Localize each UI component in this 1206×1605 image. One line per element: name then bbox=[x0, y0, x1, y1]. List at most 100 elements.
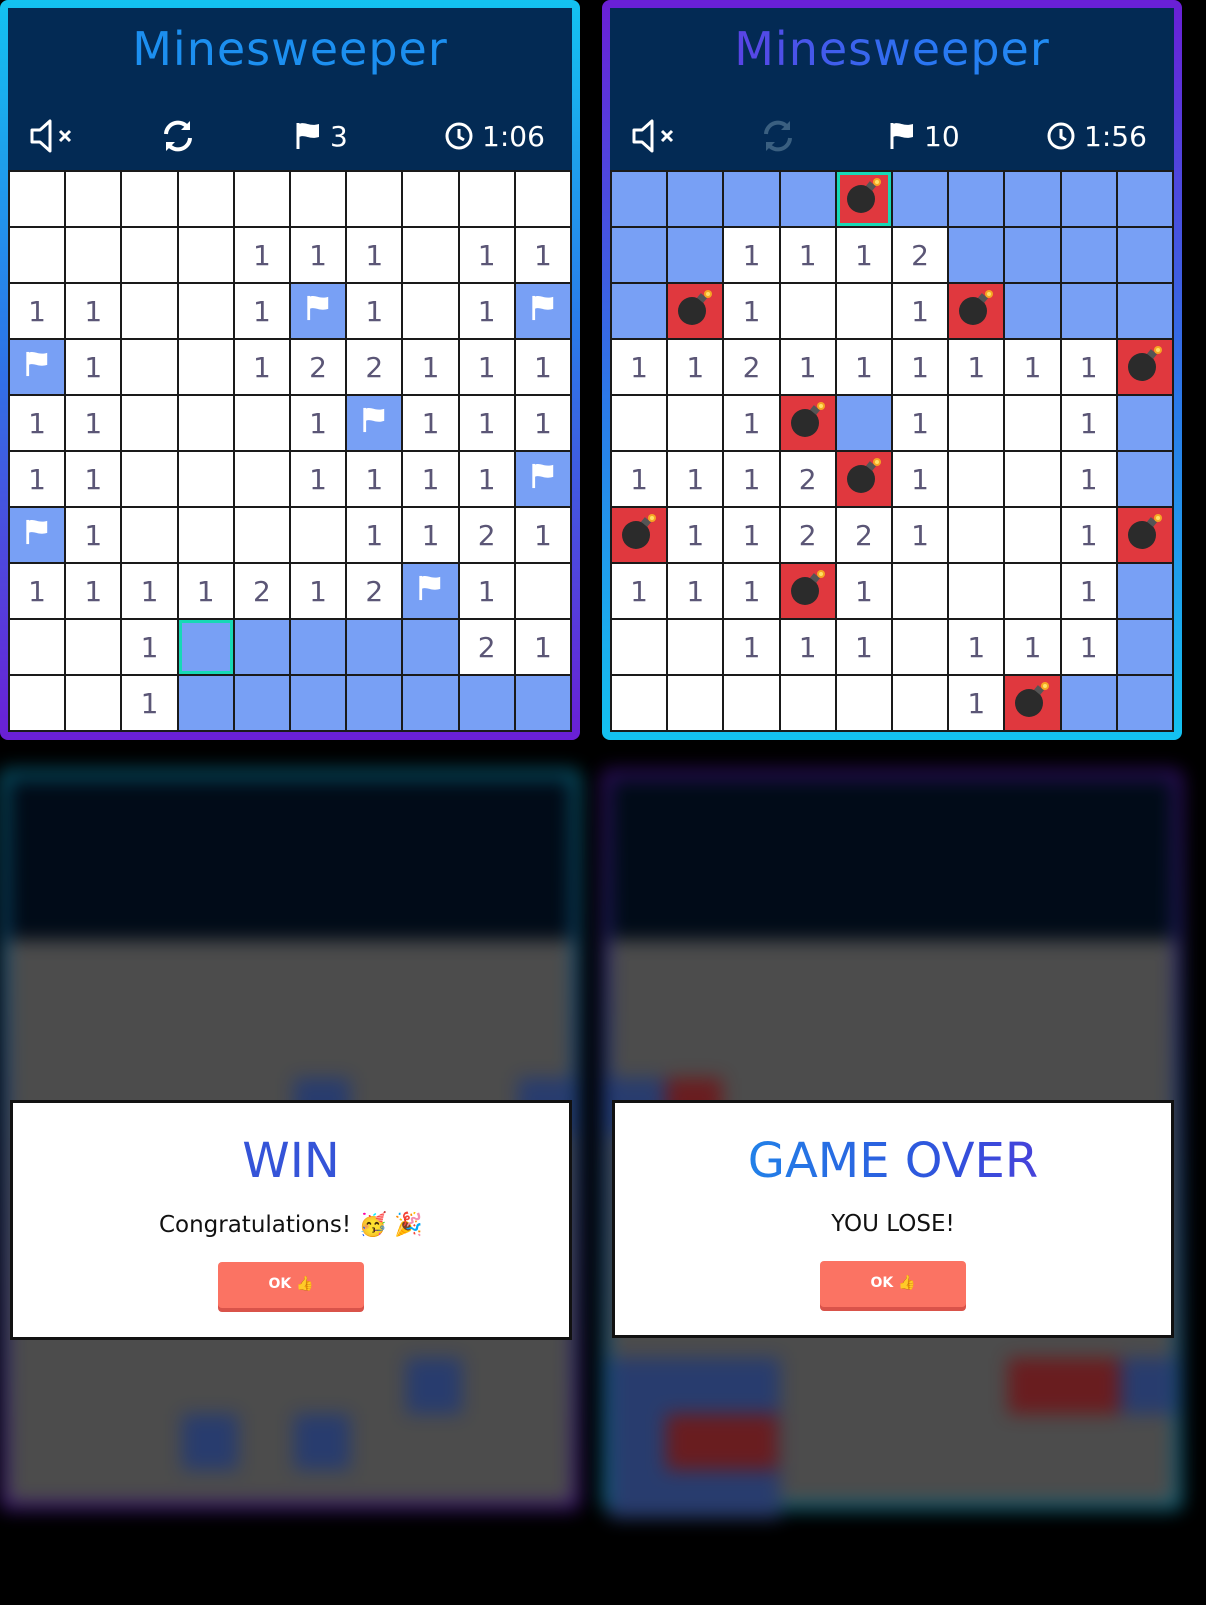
hidden-cell[interactable] bbox=[893, 172, 948, 226]
number-cell[interactable]: 1 bbox=[780, 620, 835, 674]
empty-cell[interactable] bbox=[291, 508, 346, 562]
number-cell[interactable]: 1 bbox=[780, 340, 835, 394]
number-cell[interactable]: 2 bbox=[459, 508, 514, 562]
number-cell[interactable]: 1 bbox=[178, 564, 233, 618]
number-cell[interactable]: 1 bbox=[459, 228, 514, 282]
empty-cell[interactable] bbox=[10, 676, 65, 730]
hidden-cell[interactable] bbox=[1117, 228, 1172, 282]
number-cell[interactable]: 1 bbox=[724, 396, 779, 450]
hidden-cell[interactable] bbox=[403, 620, 458, 674]
hidden-cell[interactable] bbox=[515, 676, 570, 730]
empty-cell[interactable] bbox=[234, 508, 289, 562]
number-cell[interactable]: 1 bbox=[122, 564, 177, 618]
number-cell[interactable]: 1 bbox=[66, 396, 121, 450]
hidden-cell[interactable] bbox=[403, 676, 458, 730]
number-cell[interactable]: 1 bbox=[347, 228, 402, 282]
number-cell[interactable]: 1 bbox=[724, 620, 779, 674]
empty-cell[interactable] bbox=[515, 564, 570, 618]
number-cell[interactable]: 1 bbox=[612, 564, 667, 618]
number-cell[interactable]: 1 bbox=[10, 452, 65, 506]
hidden-cell[interactable] bbox=[1117, 284, 1172, 338]
number-cell[interactable]: 2 bbox=[291, 340, 346, 394]
number-cell[interactable]: 1 bbox=[893, 508, 948, 562]
number-cell[interactable]: 1 bbox=[1061, 620, 1116, 674]
number-cell[interactable]: 1 bbox=[459, 396, 514, 450]
number-cell[interactable]: 1 bbox=[612, 340, 667, 394]
number-cell[interactable]: 1 bbox=[1061, 396, 1116, 450]
hidden-cell[interactable] bbox=[1061, 284, 1116, 338]
flagged-cell[interactable] bbox=[291, 284, 346, 338]
empty-cell[interactable] bbox=[234, 396, 289, 450]
empty-cell[interactable] bbox=[403, 284, 458, 338]
flagged-cell[interactable] bbox=[10, 340, 65, 394]
number-cell[interactable]: 2 bbox=[347, 564, 402, 618]
number-cell[interactable]: 1 bbox=[66, 284, 121, 338]
hidden-cell[interactable] bbox=[1061, 172, 1116, 226]
flagged-cell[interactable] bbox=[515, 452, 570, 506]
flagged-cell[interactable] bbox=[347, 396, 402, 450]
number-cell[interactable]: 1 bbox=[1005, 620, 1060, 674]
empty-cell[interactable] bbox=[949, 508, 1004, 562]
empty-cell[interactable] bbox=[668, 396, 723, 450]
hidden-cell[interactable] bbox=[234, 620, 289, 674]
hidden-cell[interactable] bbox=[347, 620, 402, 674]
number-cell[interactable]: 2 bbox=[836, 508, 891, 562]
empty-cell[interactable] bbox=[66, 676, 121, 730]
empty-cell[interactable] bbox=[178, 172, 233, 226]
hidden-cell[interactable] bbox=[1061, 228, 1116, 282]
number-cell[interactable]: 1 bbox=[10, 284, 65, 338]
empty-cell[interactable] bbox=[893, 676, 948, 730]
empty-cell[interactable] bbox=[178, 340, 233, 394]
hidden-cell[interactable] bbox=[347, 676, 402, 730]
empty-cell[interactable] bbox=[66, 172, 121, 226]
empty-cell[interactable] bbox=[66, 228, 121, 282]
number-cell[interactable]: 1 bbox=[836, 564, 891, 618]
empty-cell[interactable] bbox=[122, 396, 177, 450]
empty-cell[interactable] bbox=[612, 396, 667, 450]
hidden-cell[interactable] bbox=[1117, 172, 1172, 226]
number-cell[interactable]: 1 bbox=[612, 452, 667, 506]
empty-cell[interactable] bbox=[836, 284, 891, 338]
hidden-cell[interactable] bbox=[668, 228, 723, 282]
restart-button[interactable] bbox=[760, 114, 796, 158]
hidden-cell[interactable] bbox=[1005, 228, 1060, 282]
number-cell[interactable]: 1 bbox=[10, 396, 65, 450]
number-cell[interactable]: 2 bbox=[724, 340, 779, 394]
empty-cell[interactable] bbox=[836, 676, 891, 730]
number-cell[interactable]: 1 bbox=[403, 340, 458, 394]
mute-button[interactable] bbox=[28, 114, 76, 158]
number-cell[interactable]: 1 bbox=[949, 620, 1004, 674]
empty-cell[interactable] bbox=[10, 620, 65, 674]
number-cell[interactable]: 1 bbox=[291, 452, 346, 506]
number-cell[interactable]: 1 bbox=[893, 340, 948, 394]
empty-cell[interactable] bbox=[66, 620, 121, 674]
number-cell[interactable]: 1 bbox=[949, 676, 1004, 730]
empty-cell[interactable] bbox=[1005, 508, 1060, 562]
number-cell[interactable]: 1 bbox=[66, 340, 121, 394]
number-cell[interactable]: 1 bbox=[515, 620, 570, 674]
number-cell[interactable]: 1 bbox=[1061, 340, 1116, 394]
empty-cell[interactable] bbox=[515, 172, 570, 226]
number-cell[interactable]: 1 bbox=[1061, 508, 1116, 562]
number-cell[interactable]: 1 bbox=[668, 340, 723, 394]
number-cell[interactable]: 2 bbox=[347, 340, 402, 394]
flagged-cell[interactable] bbox=[10, 508, 65, 562]
empty-cell[interactable] bbox=[1005, 564, 1060, 618]
empty-cell[interactable] bbox=[291, 172, 346, 226]
flagged-cell[interactable] bbox=[403, 564, 458, 618]
flagged-cell[interactable] bbox=[515, 284, 570, 338]
empty-cell[interactable] bbox=[668, 676, 723, 730]
empty-cell[interactable] bbox=[178, 396, 233, 450]
empty-cell[interactable] bbox=[459, 172, 514, 226]
empty-cell[interactable] bbox=[122, 228, 177, 282]
hidden-cell[interactable] bbox=[1117, 396, 1172, 450]
hidden-cell[interactable] bbox=[234, 676, 289, 730]
number-cell[interactable]: 1 bbox=[893, 284, 948, 338]
number-cell[interactable]: 1 bbox=[724, 228, 779, 282]
number-cell[interactable]: 1 bbox=[515, 508, 570, 562]
number-cell[interactable]: 1 bbox=[836, 620, 891, 674]
restart-button[interactable] bbox=[160, 114, 196, 158]
empty-cell[interactable] bbox=[347, 172, 402, 226]
empty-cell[interactable] bbox=[893, 620, 948, 674]
hidden-cell[interactable] bbox=[178, 620, 233, 674]
